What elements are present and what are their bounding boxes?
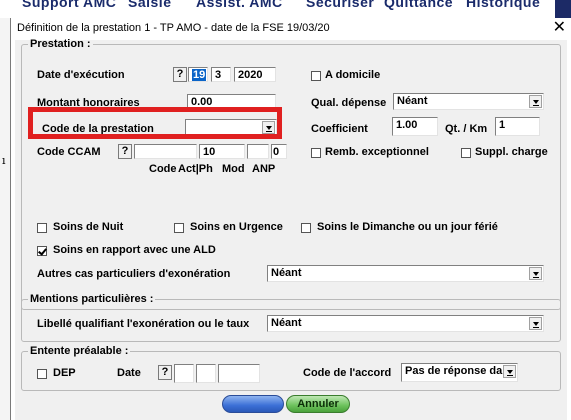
entente-legend: Entente préalable :	[30, 345, 129, 357]
ccam-sub-actph: Act|Ph	[178, 163, 213, 175]
entente-month-field[interactable]	[196, 364, 216, 383]
dialog-titlebar: Définition de la prestation 1 - TP AMO -…	[11, 18, 571, 40]
soins-dimanche-label: Soins le Dimanche ou un jour férié	[317, 221, 498, 233]
close-icon[interactable]: ✕	[553, 19, 566, 37]
qt-km-field[interactable]: 1	[495, 117, 540, 136]
date-help-button[interactable]: ?	[173, 67, 187, 82]
prestation-legend: Prestation :	[30, 38, 91, 50]
autres-cas-select[interactable]: Néant	[267, 265, 544, 282]
entente-date-help-button[interactable]: ?	[158, 365, 172, 380]
prestation-dialog: Définition de la prestation 1 - TP AMO -…	[10, 18, 571, 420]
ok-button[interactable]	[222, 395, 284, 413]
entente-year-field[interactable]	[218, 364, 260, 383]
dialog-body: Prestation : Date d'exécution ? 19 3 202…	[15, 38, 567, 420]
background-left-edge: ı	[0, 18, 10, 420]
a-domicile-checkbox[interactable]	[311, 71, 321, 81]
ccam-sub-anp: ANP	[252, 163, 276, 175]
entente-day-field[interactable]	[174, 364, 194, 383]
qual-depense-label: Qual. dépense	[311, 97, 387, 109]
chevron-down-icon[interactable]	[529, 317, 542, 330]
coefficient-field[interactable]: 1.00	[392, 117, 438, 136]
dep-label: DEP	[53, 367, 76, 379]
chevron-down-icon[interactable]	[529, 95, 542, 108]
qual-depense-value: Néant	[397, 95, 428, 107]
ccam-mod-field[interactable]	[247, 144, 269, 159]
code-accord-label: Code de l'accord	[303, 367, 392, 379]
ccam-anp-field[interactable]: 0	[271, 144, 287, 159]
mentions-legend: Mentions particulières :	[30, 293, 154, 305]
suppl-charge-checkbox[interactable]	[461, 148, 471, 158]
menu-quittance[interactable]: Quittance	[384, 0, 453, 10]
ccam-sub-mod: Mod	[222, 163, 245, 175]
code-accord-select[interactable]: Pas de réponse dans	[401, 363, 518, 382]
month-field[interactable]: 3	[211, 67, 231, 82]
highlight-annotation	[28, 107, 282, 139]
menu-historique[interactable]: Historique	[466, 0, 540, 10]
soins-dimanche-checkbox[interactable]	[301, 223, 311, 233]
libelle-value: Néant	[271, 317, 302, 329]
libelle-label: Libellé qualifiant l'exonération ou le t…	[37, 318, 250, 330]
menu-securiser[interactable]: Sécuriser	[306, 0, 374, 10]
suppl-charge-label: Suppl. charge	[475, 146, 548, 158]
code-ccam-label: Code CCAM	[37, 146, 101, 158]
entente-date-label: Date	[117, 367, 141, 379]
autres-cas-label: Autres cas particuliers d'exonération	[37, 268, 231, 280]
menu-saisie[interactable]: Saisie	[128, 0, 171, 10]
soins-nuit-label: Soins de Nuit	[53, 221, 124, 233]
annuler-button[interactable]: Annuler	[286, 395, 350, 413]
background-mark: ı	[2, 154, 6, 167]
soins-nuit-checkbox[interactable]	[37, 223, 47, 233]
soins-urgence-checkbox[interactable]	[174, 223, 184, 233]
year-field[interactable]: 2020	[234, 67, 276, 82]
date-execution-label: Date d'exécution	[37, 69, 125, 81]
soins-ald-checkbox[interactable]	[37, 246, 47, 256]
ccam-sub-code: Code	[149, 163, 177, 175]
dep-checkbox[interactable]	[37, 369, 47, 379]
qual-depense-select[interactable]: Néant	[393, 93, 544, 110]
background-menu-bar: Support AMC Saisie Assist. AMC Sécuriser…	[0, 0, 571, 18]
menu-support-amc[interactable]: Support AMC	[22, 0, 116, 10]
soins-urgence-label: Soins en Urgence	[190, 221, 283, 233]
coefficient-label: Coefficient	[311, 123, 368, 135]
day-field[interactable]: 19	[188, 67, 208, 82]
libelle-select[interactable]: Néant	[267, 315, 544, 332]
remb-exceptionnel-checkbox[interactable]	[311, 148, 321, 158]
a-domicile-label: A domicile	[325, 69, 381, 81]
ccam-code-field[interactable]	[134, 144, 197, 159]
chevron-down-icon[interactable]	[529, 267, 542, 280]
autres-cas-value: Néant	[271, 267, 302, 279]
ccam-help-button[interactable]: ?	[118, 144, 132, 159]
remb-exceptionnel-label: Remb. exceptionnel	[325, 146, 429, 158]
menu-assist-amc[interactable]: Assist. AMC	[196, 0, 283, 10]
code-accord-value: Pas de réponse dans	[405, 365, 516, 377]
ccam-actph-field[interactable]: 10	[199, 144, 245, 159]
soins-ald-label: Soins en rapport avec une ALD	[53, 244, 216, 256]
dialog-title: Définition de la prestation 1 - TP AMO -…	[17, 22, 330, 34]
qt-km-label: Qt. / Km	[445, 123, 488, 135]
chevron-down-icon[interactable]	[503, 365, 516, 378]
background-bar	[555, 0, 571, 18]
